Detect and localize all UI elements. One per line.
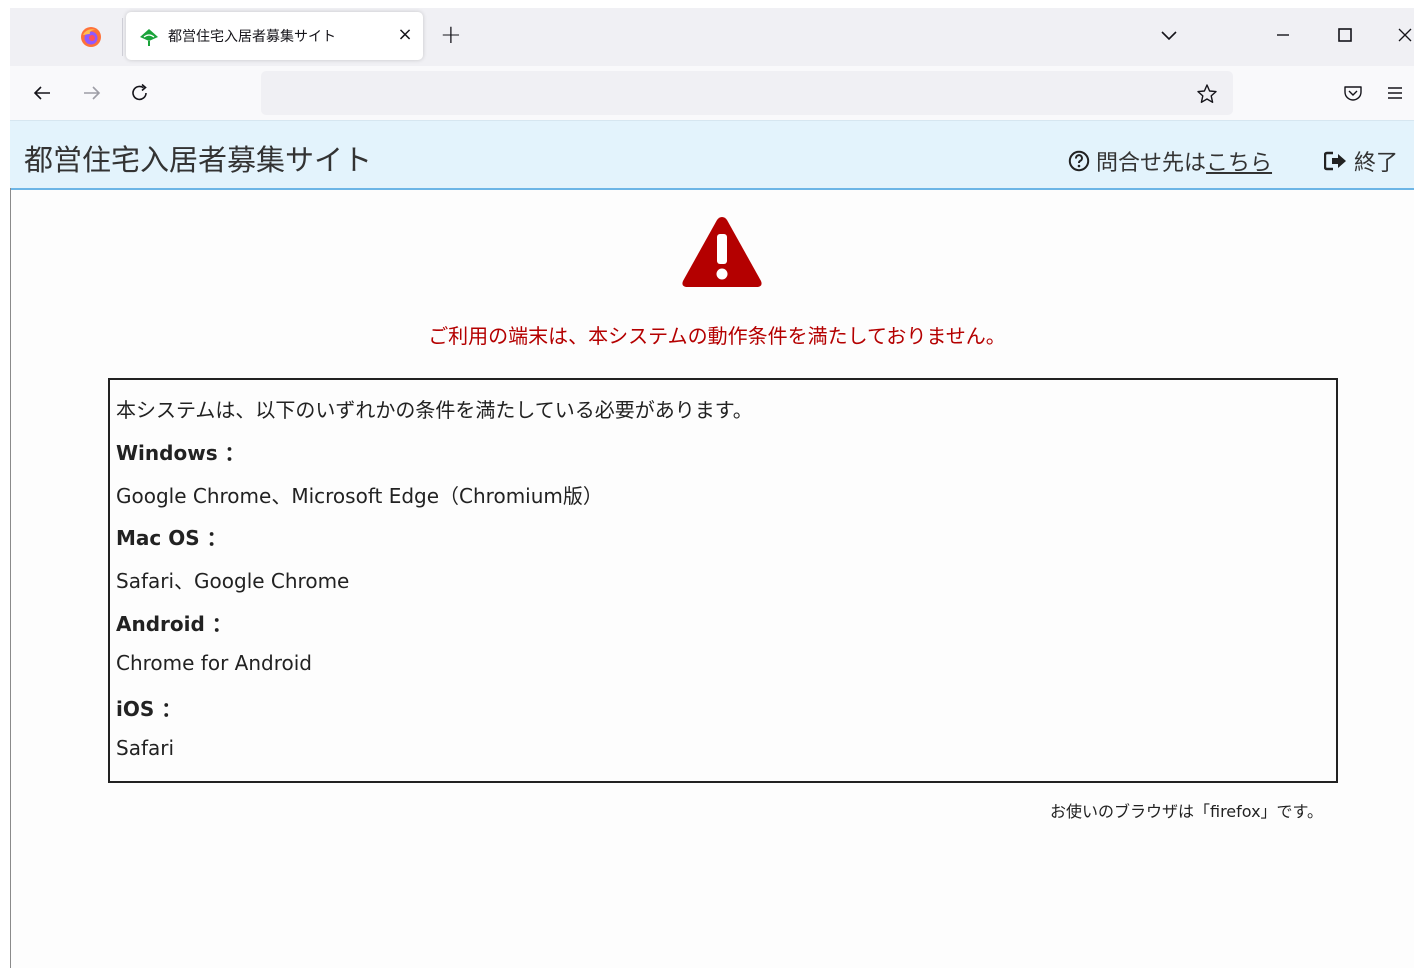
error-message: ご利用の端末は、本システムの動作条件を満たしておりません。 <box>428 324 1006 348</box>
pocket-icon[interactable] <box>1342 82 1364 104</box>
platform-browsers-windows: Google Chrome、Microsoft Edge（Chromium版） <box>116 484 603 508</box>
tab-close-button[interactable]: × <box>394 24 416 46</box>
firefox-icon[interactable] <box>80 26 102 48</box>
logout-label: 終了 <box>1354 151 1399 176</box>
platform-os-android: Android ： <box>116 612 232 636</box>
minimize-icon[interactable] <box>1272 24 1294 46</box>
url-bar[interactable] <box>261 71 1233 115</box>
site-header: 都営住宅入居者募集サイト 問合せ先は こちら 終了 <box>10 120 1414 190</box>
window-left-line <box>10 188 11 968</box>
arrow-right-icon[interactable] <box>80 81 104 105</box>
contact-link[interactable]: こちら <box>1206 145 1272 177</box>
platform-os-mac: Mac OS ： <box>116 526 227 550</box>
arrow-left-icon[interactable] <box>30 81 54 105</box>
tab-title: 都営住宅入居者募集サイト <box>168 29 336 45</box>
close-icon[interactable] <box>1394 24 1414 46</box>
warning-triangle-icon <box>682 217 762 287</box>
requirements-intro: 本システムは、以下のいずれかの条件を満たしている必要があります。 <box>116 398 753 422</box>
tab-strip: 都営住宅入居者募集サイト × + <box>10 0 1414 66</box>
tab-active[interactable]: 都営住宅入居者募集サイト × <box>126 12 423 60</box>
platform-browsers-android: Chrome for Android <box>116 651 312 675</box>
browser-detected-note: お使いのブラウザは「firefox」です。 <box>1050 802 1323 821</box>
requirements-box: 本システムは、以下のいずれかの条件を満たしている必要があります。 Windows… <box>108 378 1338 783</box>
reload-icon[interactable] <box>128 81 152 105</box>
tokyo-ginkgo-icon <box>140 29 158 46</box>
new-tab-button[interactable]: + <box>440 22 462 48</box>
navigation-toolbar <box>10 66 1414 120</box>
contact-section: 問合せ先は こちら <box>1068 145 1272 177</box>
browser-window: 都営住宅入居者募集サイト × + 都営住宅入居者募集サイト 問合せ先は こちら … <box>0 0 1414 968</box>
platform-browsers-ios: Safari <box>116 736 175 760</box>
window-left-edge <box>0 0 10 968</box>
chevron-down-icon[interactable] <box>1158 24 1180 46</box>
star-icon[interactable] <box>1195 82 1219 106</box>
sign-out-icon <box>1324 151 1346 171</box>
tab-separator <box>122 18 123 56</box>
platform-os-windows: Windows ： <box>116 441 245 465</box>
logout-button[interactable]: 終了 <box>1324 145 1398 177</box>
platform-browsers-mac: Safari、Google Chrome <box>116 569 350 593</box>
site-title: 都営住宅入居者募集サイト <box>24 143 373 177</box>
contact-prefix: 問合せ先は <box>1096 151 1207 176</box>
tabstrip-top-edge <box>10 0 1414 8</box>
platform-os-ios: iOS ： <box>116 697 182 721</box>
maximize-icon[interactable] <box>1334 24 1356 46</box>
question-circle-icon <box>1068 150 1090 172</box>
hamburger-icon[interactable] <box>1384 82 1406 104</box>
